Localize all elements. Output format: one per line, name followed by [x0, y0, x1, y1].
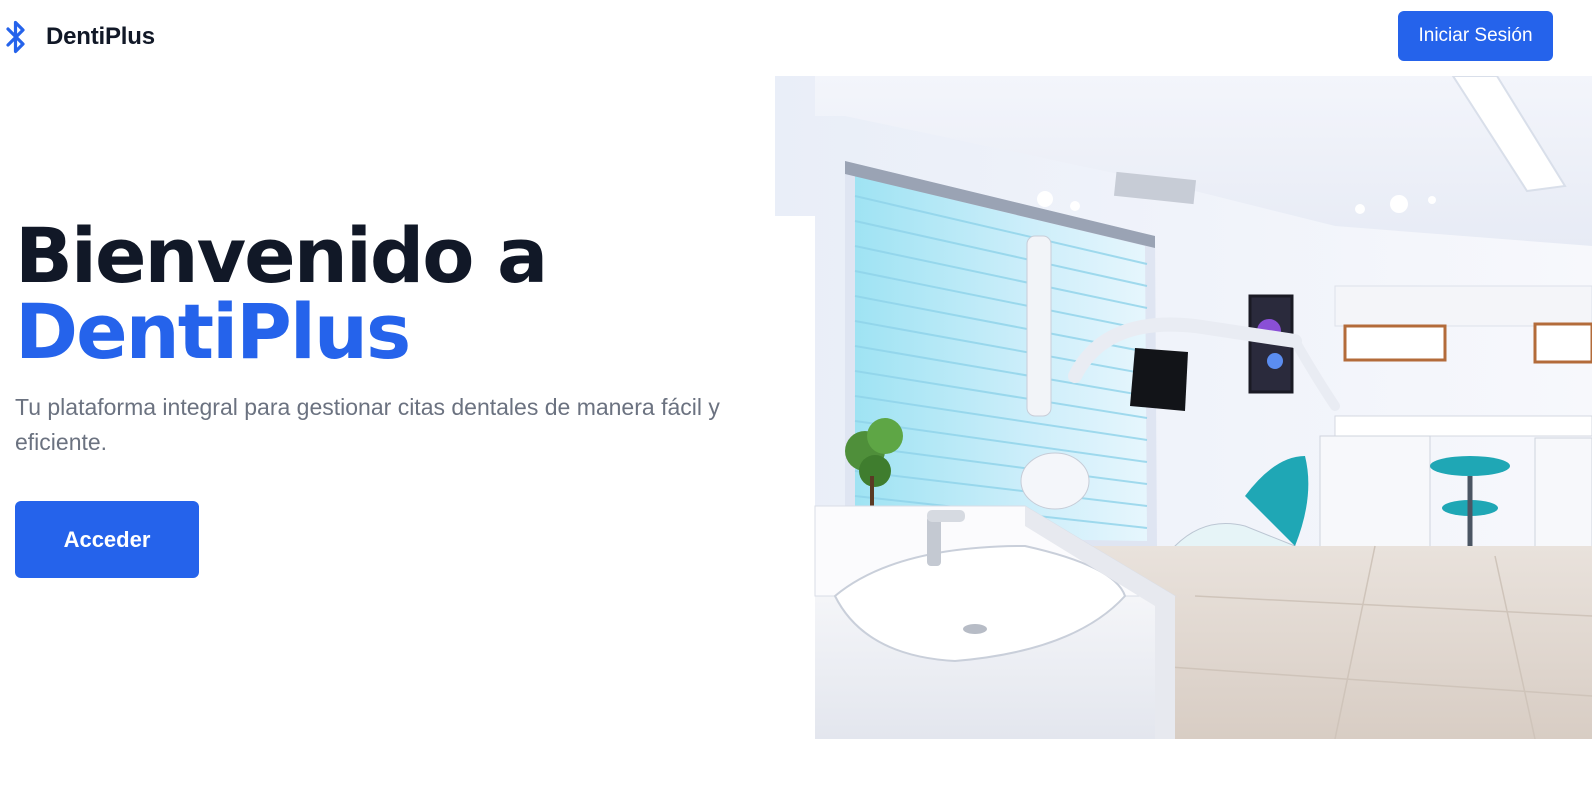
hero-subtitle: Tu plataforma integral para gestionar ci…: [15, 394, 720, 455]
brand-name: DentiPlus: [46, 23, 155, 50]
brand[interactable]: DentiPlus: [4, 18, 155, 56]
dental-clinic-photo: [775, 76, 1592, 739]
access-button[interactable]: Acceder: [15, 501, 199, 578]
hero-title-line1: Bienvenido a: [15, 211, 548, 300]
hero-title-brand: DentiPlus: [15, 287, 411, 376]
hero-image: [775, 76, 1592, 739]
login-button[interactable]: Iniciar Sesión: [1398, 11, 1553, 61]
hero-title: Bienvenido a DentiPlus: [15, 211, 548, 376]
bluetooth-icon: [4, 18, 28, 56]
top-nav: DentiPlus Iniciar Sesión: [0, 0, 1592, 74]
